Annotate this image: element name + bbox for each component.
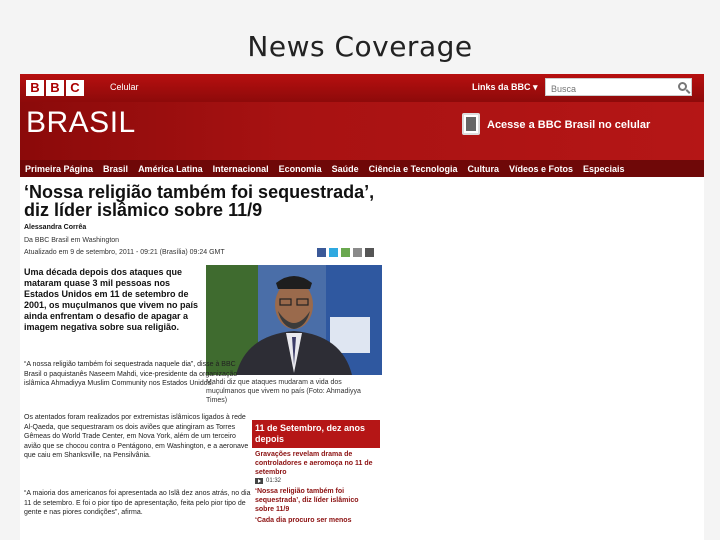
article-paragraph: “A maioria dos americanos foi apresentad…: [24, 490, 251, 516]
photo-naseem-mahdi: [206, 265, 382, 375]
article-author: Alessandra Corrêa: [24, 224, 87, 231]
nav-internacional[interactable]: Internacional: [213, 164, 269, 174]
brand-banner: BRASIL Acesse a BBC Brasil no celular: [20, 102, 704, 160]
play-video-icon[interactable]: [255, 478, 263, 484]
mobile-phone-icon: [462, 113, 480, 135]
video-row[interactable]: 01:32: [252, 477, 380, 485]
related-box: 11 de Setembro, dez anos depois Gravaçõe…: [252, 420, 380, 540]
email-icon[interactable]: [353, 248, 362, 257]
search-input[interactable]: [546, 81, 666, 97]
main-nav: Primeira Página Brasil América Latina In…: [20, 160, 704, 177]
article-area: ‘Nossa religião também foi sequestrada’,…: [20, 177, 704, 540]
article-photo: [206, 265, 382, 375]
nav-videos-fotos[interactable]: Vídeos e Fotos: [509, 164, 573, 174]
nav-saude[interactable]: Saúde: [332, 164, 359, 174]
video-duration: 01:32: [266, 478, 282, 484]
celular-link[interactable]: Celular: [110, 82, 139, 92]
search-box[interactable]: [545, 78, 692, 97]
nav-cultura[interactable]: Cultura: [468, 164, 500, 174]
slide-title: News Coverage: [247, 30, 473, 63]
mobile-promo-link[interactable]: Acesse a BBC Brasil no celular: [487, 119, 650, 131]
news-screenshot: B B C Celular Links da BBC ▾ BRASIL Aces…: [20, 74, 704, 540]
logo-letter-c: C: [66, 80, 84, 96]
article-lead: Uma década depois dos ataques que matara…: [24, 267, 199, 332]
article-paragraph: Os atentados foram realizados por extrem…: [24, 414, 249, 459]
brasil-wordmark[interactable]: BRASIL: [26, 106, 136, 140]
share-icon[interactable]: [341, 248, 350, 257]
print-icon[interactable]: [365, 248, 374, 257]
bbc-top-bar: B B C Celular Links da BBC ▾: [20, 74, 704, 102]
nav-economia[interactable]: Economia: [279, 164, 322, 174]
nav-especiais[interactable]: Especiais: [583, 164, 625, 174]
logo-letter-b2: B: [46, 80, 64, 96]
related-link[interactable]: ‘Nossa religião também foi sequestrada’,…: [252, 485, 380, 514]
twitter-icon[interactable]: [329, 248, 338, 257]
facebook-icon[interactable]: [317, 248, 326, 257]
article-headline: ‘Nossa religião também foi sequestrada’,…: [24, 182, 375, 220]
related-link[interactable]: Gravações revelam drama de controladores…: [252, 448, 380, 477]
article-updated: Atualizado em 9 de setembro, 2011 - 09:2…: [24, 249, 225, 256]
related-box-title[interactable]: 11 de Setembro, dez anos depois: [252, 420, 380, 448]
logo-letter-b1: B: [26, 80, 44, 96]
article-dateline: Da BBC Brasil em Washington: [24, 237, 120, 244]
links-bbc-dropdown[interactable]: Links da BBC ▾: [472, 82, 538, 93]
bbc-logo[interactable]: B B C: [26, 80, 84, 96]
related-link[interactable]: ‘Cada dia procuro ser menos: [252, 514, 380, 525]
search-icon[interactable]: [678, 82, 687, 91]
article-paragraph: “A nossa religião também foi sequestrada…: [24, 361, 238, 387]
share-tools: [317, 248, 374, 257]
nav-america-latina[interactable]: América Latina: [138, 164, 203, 174]
nav-brasil[interactable]: Brasil: [103, 164, 128, 174]
nav-ciencia-tecnologia[interactable]: Ciência e Tecnologia: [369, 164, 458, 174]
nav-primeira-pagina[interactable]: Primeira Página: [25, 164, 93, 174]
